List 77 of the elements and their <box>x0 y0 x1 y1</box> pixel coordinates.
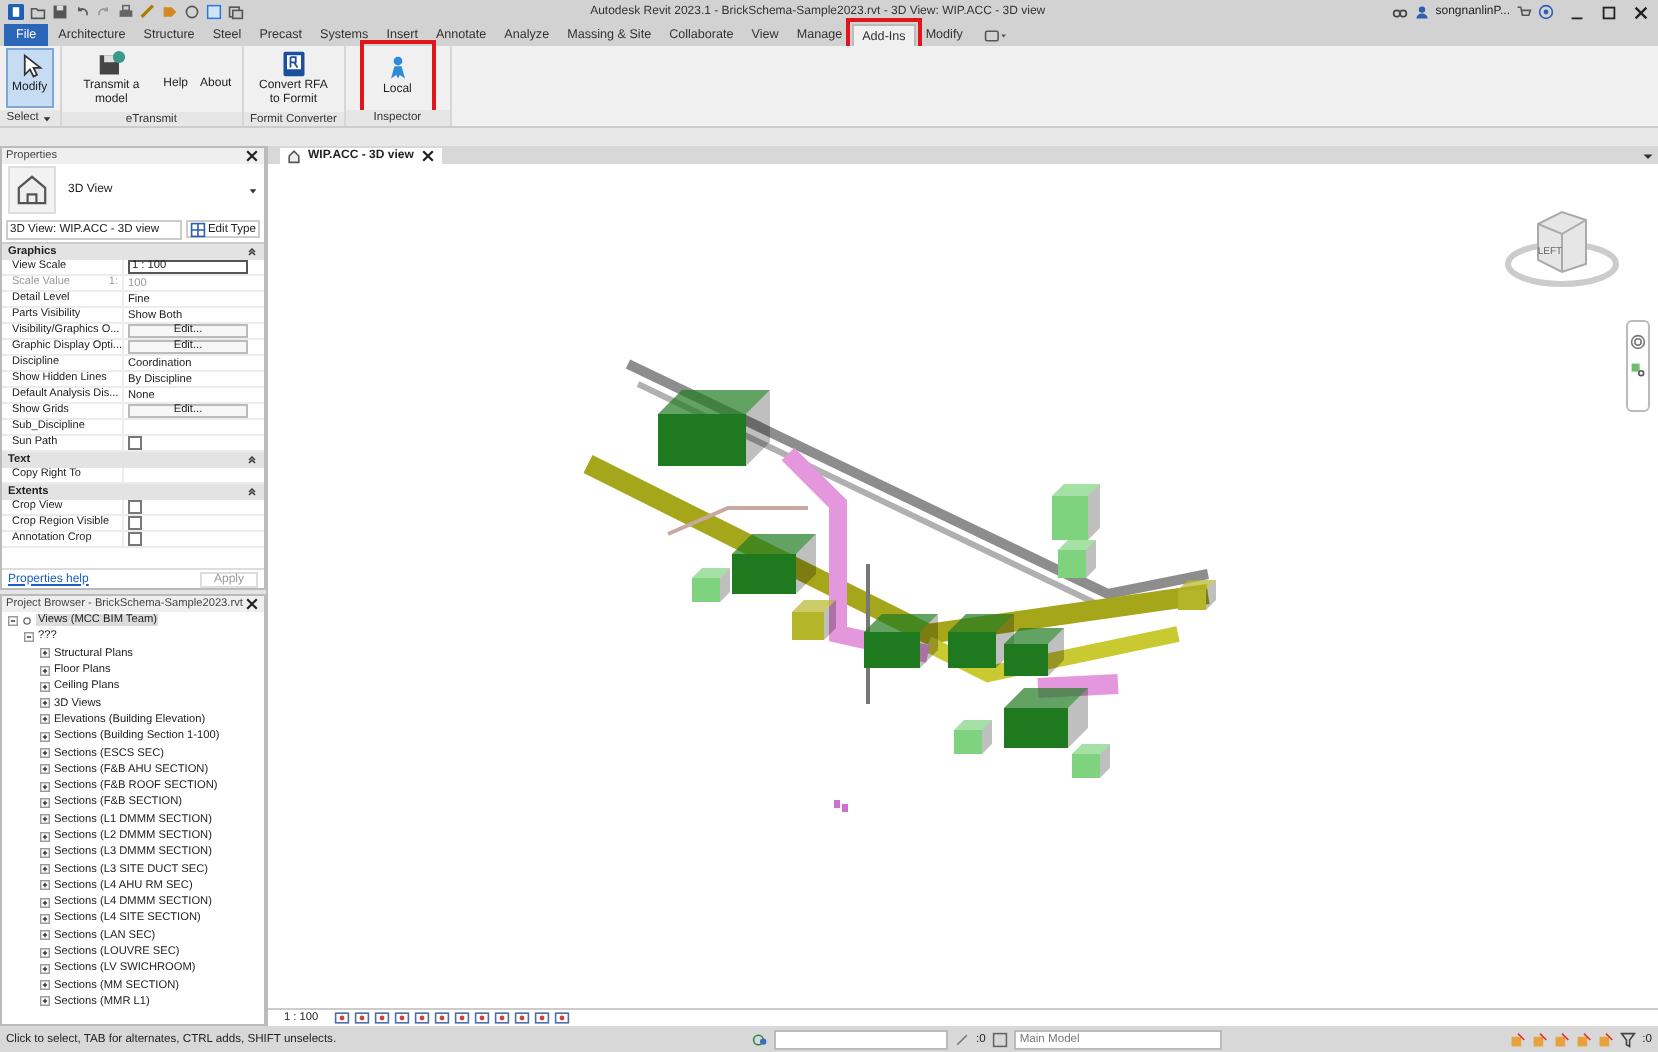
cart-icon[interactable] <box>1516 4 1532 20</box>
floppy-disk-icon <box>97 50 126 78</box>
view-control-icon[interactable] <box>394 1010 411 1026</box>
filter-icon[interactable] <box>1620 1031 1637 1047</box>
workset-icon[interactable] <box>752 1031 768 1047</box>
expander-icon[interactable] <box>40 980 50 991</box>
selection-filter-icon[interactable] <box>1532 1031 1549 1047</box>
windows-icon[interactable] <box>228 4 244 20</box>
checkbox[interactable] <box>128 500 142 514</box>
expander-icon[interactable] <box>40 814 50 825</box>
expander-icon[interactable] <box>40 698 50 709</box>
binoculars-icon[interactable] <box>1391 4 1408 20</box>
selection-filter-icon[interactable] <box>1598 1031 1615 1047</box>
expander-icon[interactable] <box>40 648 50 659</box>
expander-icon[interactable] <box>40 913 50 924</box>
view-control-icon[interactable] <box>414 1010 431 1026</box>
selection-filter-icon[interactable] <box>1576 1031 1593 1047</box>
expander-icon[interactable] <box>40 864 50 875</box>
view-control-icon[interactable] <box>354 1010 371 1026</box>
close-icon[interactable] <box>244 596 260 612</box>
undo-icon[interactable] <box>74 4 90 20</box>
checkbox[interactable] <box>128 532 142 546</box>
collapse-icon <box>246 454 258 466</box>
document-icon <box>279 50 308 78</box>
expander-icon[interactable] <box>40 781 50 792</box>
view-control-icon[interactable] <box>334 1010 351 1026</box>
open-folder-icon[interactable] <box>30 4 46 20</box>
collapse-icon <box>246 246 258 258</box>
view-control-icon[interactable] <box>534 1010 551 1026</box>
expander-icon[interactable] <box>40 930 50 941</box>
expander-icon[interactable] <box>40 797 50 808</box>
expander-icon[interactable] <box>40 880 50 891</box>
steering-wheel-icon[interactable] <box>1630 334 1646 350</box>
view-control-icon[interactable] <box>554 1010 571 1026</box>
view-control-icon[interactable] <box>454 1010 471 1026</box>
expander-icon[interactable] <box>40 847 50 858</box>
close-icon[interactable] <box>419 148 436 164</box>
expander-icon[interactable] <box>40 731 50 742</box>
tab-menu-icon[interactable] <box>1642 150 1654 162</box>
view-control-icon[interactable] <box>474 1010 491 1026</box>
expander-icon[interactable] <box>40 996 50 1007</box>
selection-filter-icon[interactable] <box>1554 1031 1571 1047</box>
expander-icon[interactable] <box>40 947 50 958</box>
view-control-icon[interactable] <box>374 1010 391 1026</box>
expander-icon[interactable] <box>40 897 50 908</box>
zoom-icon[interactable] <box>1630 362 1646 378</box>
maximize-icon[interactable] <box>1600 3 1618 21</box>
collapse-icon <box>246 486 258 498</box>
expander-icon[interactable] <box>40 963 50 974</box>
selection-filter-icon[interactable] <box>1510 1031 1527 1047</box>
views-icon <box>22 615 32 626</box>
app-logo-icon[interactable] <box>8 4 24 20</box>
print-icon[interactable] <box>118 4 134 20</box>
close-icon[interactable] <box>244 148 260 164</box>
view-control-icon[interactable] <box>494 1010 511 1026</box>
checkbox[interactable] <box>128 436 142 450</box>
edit-type-icon <box>189 221 206 237</box>
expander-icon[interactable] <box>8 615 18 626</box>
expander-icon[interactable] <box>24 631 34 642</box>
caret-icon[interactable] <box>42 113 53 123</box>
expander-icon[interactable] <box>40 665 50 676</box>
expander-icon[interactable] <box>40 681 50 692</box>
expander-icon[interactable] <box>40 764 50 775</box>
editable-icon[interactable] <box>954 1031 970 1047</box>
expander-icon[interactable] <box>40 831 50 841</box>
expander-icon[interactable] <box>40 714 50 725</box>
panel-toggle-icon[interactable] <box>984 27 1007 43</box>
view-control-icon[interactable] <box>434 1010 451 1026</box>
dropdown-icon <box>248 185 258 195</box>
expander-icon[interactable] <box>40 748 50 759</box>
view-control-icon[interactable] <box>514 1010 531 1026</box>
help-icon[interactable] <box>1538 4 1554 20</box>
close-icon[interactable] <box>1632 3 1650 21</box>
save-icon[interactable] <box>52 4 68 20</box>
user-icon[interactable] <box>1413 4 1430 20</box>
design-options-icon[interactable] <box>991 1031 1008 1047</box>
checkbox[interactable] <box>128 516 142 530</box>
